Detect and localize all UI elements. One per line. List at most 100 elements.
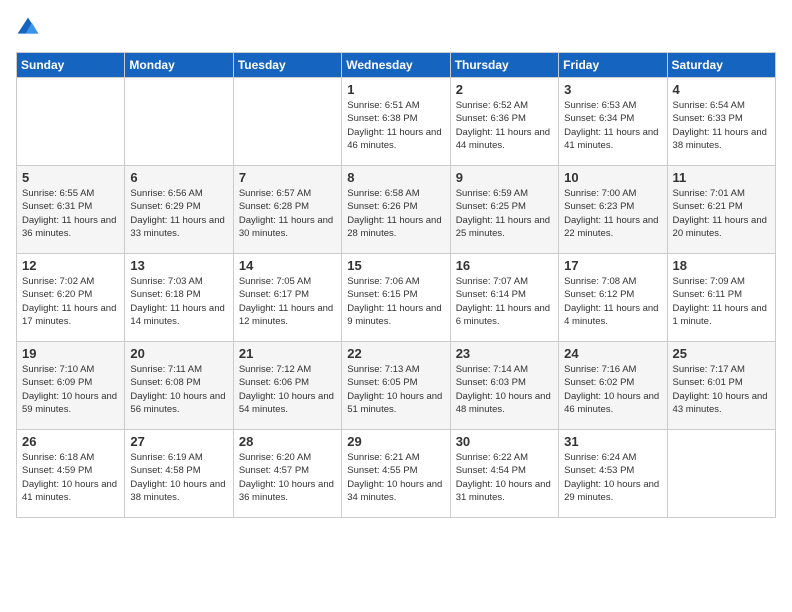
day-number: 27 (130, 434, 227, 449)
calendar-cell: 17 Sunrise: 7:08 AM Sunset: 6:12 PM Dayli… (559, 254, 667, 342)
calendar-cell: 2Sunrise: 6:52 AM Sunset: 6:36 PM Daylig… (450, 78, 558, 166)
calendar-week-3: 19 Sunrise: 7:10 AM Sunset: 6:09 PM Dayli… (17, 342, 776, 430)
day-number: 6 (130, 170, 227, 185)
calendar-cell: 11 Sunrise: 7:01 AM Sunset: 6:21 PM Dayli… (667, 166, 775, 254)
calendar-cell: 22Sunrise: 7:13 AM Sunset: 6:05 PM Dayli… (342, 342, 450, 430)
day-number: 21 (239, 346, 336, 361)
day-info: Sunrise: 6:57 AM Sunset: 6:28 PM Dayligh… (239, 187, 336, 240)
day-info: Sunrise: 6:54 AM Sunset: 6:33 PM Dayligh… (673, 99, 770, 152)
calendar-cell: 16Sunrise: 7:07 AM Sunset: 6:14 PM Dayli… (450, 254, 558, 342)
calendar-cell: 24 Sunrise: 7:16 AM Sunset: 6:02 PM Dayli… (559, 342, 667, 430)
calendar-week-4: 26Sunrise: 6:18 AM Sunset: 4:59 PM Dayli… (17, 430, 776, 518)
day-info: Sunrise: 7:02 AM Sunset: 6:20 PM Dayligh… (22, 275, 119, 328)
calendar-week-2: 12 Sunrise: 7:02 AM Sunset: 6:20 PM Dayli… (17, 254, 776, 342)
day-number: 24 (564, 346, 661, 361)
day-number: 23 (456, 346, 553, 361)
day-info: Sunrise: 7:08 AM Sunset: 6:12 PM Dayligh… (564, 275, 661, 328)
page-header (16, 16, 776, 40)
day-info: Sunrise: 6:20 AM Sunset: 4:57 PM Dayligh… (239, 451, 336, 504)
day-number: 8 (347, 170, 444, 185)
day-number: 28 (239, 434, 336, 449)
calendar-cell: 27 Sunrise: 6:19 AM Sunset: 4:58 PM Dayli… (125, 430, 233, 518)
day-info: Sunrise: 6:55 AM Sunset: 6:31 PM Dayligh… (22, 187, 119, 240)
day-number: 31 (564, 434, 661, 449)
day-number: 4 (673, 82, 770, 97)
day-info: Sunrise: 7:06 AM Sunset: 6:15 PM Dayligh… (347, 275, 444, 328)
day-number: 9 (456, 170, 553, 185)
day-info: Sunrise: 7:13 AM Sunset: 6:05 PM Dayligh… (347, 363, 444, 416)
day-number: 29 (347, 434, 444, 449)
calendar-cell: 23 Sunrise: 7:14 AM Sunset: 6:03 PM Dayli… (450, 342, 558, 430)
calendar-cell (233, 78, 341, 166)
day-number: 19 (22, 346, 119, 361)
weekday-header-sunday: Sunday (17, 53, 125, 78)
day-info: Sunrise: 6:24 AM Sunset: 4:53 PM Dayligh… (564, 451, 661, 504)
calendar-cell: 10 Sunrise: 7:00 AM Sunset: 6:23 PM Dayli… (559, 166, 667, 254)
calendar-cell: 6 Sunrise: 6:56 AM Sunset: 6:29 PM Daylig… (125, 166, 233, 254)
day-info: Sunrise: 6:51 AM Sunset: 6:38 PM Dayligh… (347, 99, 444, 152)
day-number: 18 (673, 258, 770, 273)
day-number: 7 (239, 170, 336, 185)
calendar-cell: 5 Sunrise: 6:55 AM Sunset: 6:31 PM Daylig… (17, 166, 125, 254)
day-info: Sunrise: 6:56 AM Sunset: 6:29 PM Dayligh… (130, 187, 227, 240)
calendar-cell: 28 Sunrise: 6:20 AM Sunset: 4:57 PM Dayli… (233, 430, 341, 518)
day-info: Sunrise: 7:03 AM Sunset: 6:18 PM Dayligh… (130, 275, 227, 328)
day-number: 3 (564, 82, 661, 97)
day-number: 25 (673, 346, 770, 361)
day-number: 30 (456, 434, 553, 449)
day-number: 10 (564, 170, 661, 185)
weekday-header-tuesday: Tuesday (233, 53, 341, 78)
day-info: Sunrise: 7:01 AM Sunset: 6:21 PM Dayligh… (673, 187, 770, 240)
calendar-cell: 8 Sunrise: 6:58 AM Sunset: 6:26 PM Daylig… (342, 166, 450, 254)
day-number: 11 (673, 170, 770, 185)
day-info: Sunrise: 6:53 AM Sunset: 6:34 PM Dayligh… (564, 99, 661, 152)
day-info: Sunrise: 7:10 AM Sunset: 6:09 PM Dayligh… (22, 363, 119, 416)
day-info: Sunrise: 6:58 AM Sunset: 6:26 PM Dayligh… (347, 187, 444, 240)
calendar-cell (667, 430, 775, 518)
logo-icon (16, 16, 40, 40)
day-number: 13 (130, 258, 227, 273)
day-info: Sunrise: 7:16 AM Sunset: 6:02 PM Dayligh… (564, 363, 661, 416)
calendar-cell: 9 Sunrise: 6:59 AM Sunset: 6:25 PM Daylig… (450, 166, 558, 254)
day-info: Sunrise: 7:17 AM Sunset: 6:01 PM Dayligh… (673, 363, 770, 416)
calendar-cell: 25 Sunrise: 7:17 AM Sunset: 6:01 PM Dayli… (667, 342, 775, 430)
calendar-cell: 18 Sunrise: 7:09 AM Sunset: 6:11 PM Dayli… (667, 254, 775, 342)
calendar-cell: 30Sunrise: 6:22 AM Sunset: 4:54 PM Dayli… (450, 430, 558, 518)
day-info: Sunrise: 7:14 AM Sunset: 6:03 PM Dayligh… (456, 363, 553, 416)
calendar-cell (17, 78, 125, 166)
day-info: Sunrise: 7:00 AM Sunset: 6:23 PM Dayligh… (564, 187, 661, 240)
calendar-week-1: 5 Sunrise: 6:55 AM Sunset: 6:31 PM Daylig… (17, 166, 776, 254)
day-number: 5 (22, 170, 119, 185)
logo (16, 16, 44, 40)
day-info: Sunrise: 7:05 AM Sunset: 6:17 PM Dayligh… (239, 275, 336, 328)
weekday-header-thursday: Thursday (450, 53, 558, 78)
calendar-cell: 19 Sunrise: 7:10 AM Sunset: 6:09 PM Dayli… (17, 342, 125, 430)
calendar-cell: 3 Sunrise: 6:53 AM Sunset: 6:34 PM Daylig… (559, 78, 667, 166)
calendar-cell: 31 Sunrise: 6:24 AM Sunset: 4:53 PM Dayli… (559, 430, 667, 518)
day-info: Sunrise: 7:11 AM Sunset: 6:08 PM Dayligh… (130, 363, 227, 416)
calendar-cell: 12 Sunrise: 7:02 AM Sunset: 6:20 PM Dayli… (17, 254, 125, 342)
calendar-cell (125, 78, 233, 166)
day-info: Sunrise: 6:21 AM Sunset: 4:55 PM Dayligh… (347, 451, 444, 504)
day-number: 15 (347, 258, 444, 273)
day-number: 17 (564, 258, 661, 273)
day-info: Sunrise: 7:07 AM Sunset: 6:14 PM Dayligh… (456, 275, 553, 328)
day-info: Sunrise: 7:09 AM Sunset: 6:11 PM Dayligh… (673, 275, 770, 328)
day-number: 12 (22, 258, 119, 273)
day-number: 14 (239, 258, 336, 273)
calendar-cell: 29 Sunrise: 6:21 AM Sunset: 4:55 PM Dayli… (342, 430, 450, 518)
day-info: Sunrise: 7:12 AM Sunset: 6:06 PM Dayligh… (239, 363, 336, 416)
day-info: Sunrise: 6:59 AM Sunset: 6:25 PM Dayligh… (456, 187, 553, 240)
day-info: Sunrise: 6:19 AM Sunset: 4:58 PM Dayligh… (130, 451, 227, 504)
weekday-header-saturday: Saturday (667, 53, 775, 78)
weekday-header-monday: Monday (125, 53, 233, 78)
day-info: Sunrise: 6:18 AM Sunset: 4:59 PM Dayligh… (22, 451, 119, 504)
calendar-cell: 4 Sunrise: 6:54 AM Sunset: 6:33 PM Daylig… (667, 78, 775, 166)
calendar-cell: 14 Sunrise: 7:05 AM Sunset: 6:17 PM Dayli… (233, 254, 341, 342)
calendar-cell: 1Sunrise: 6:51 AM Sunset: 6:38 PM Daylig… (342, 78, 450, 166)
day-number: 2 (456, 82, 553, 97)
weekday-header-friday: Friday (559, 53, 667, 78)
day-number: 20 (130, 346, 227, 361)
calendar-cell: 21 Sunrise: 7:12 AM Sunset: 6:06 PM Dayli… (233, 342, 341, 430)
calendar-cell: 26Sunrise: 6:18 AM Sunset: 4:59 PM Dayli… (17, 430, 125, 518)
